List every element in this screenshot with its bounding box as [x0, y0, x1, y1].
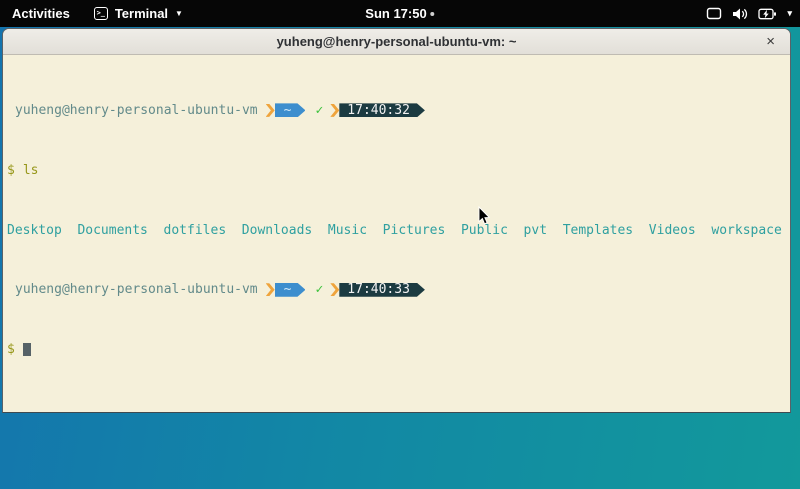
- clock-button[interactable]: Sun 17:50: [365, 0, 434, 27]
- window-titlebar[interactable]: yuheng@henry-personal-ubuntu-vm: ~ ×: [3, 29, 790, 55]
- top-bar: Activities >_ Terminal ▼ Sun 17:50 ▾: [0, 0, 800, 27]
- prompt-symbol: $: [7, 342, 15, 357]
- powerline-separator-icon: [266, 104, 275, 117]
- tray-chevron-down-icon: ▾: [787, 8, 792, 19]
- typed-command: ls: [23, 163, 39, 178]
- battery-charging-icon: [758, 8, 777, 20]
- terminal-window: yuheng@henry-personal-ubuntu-vm: ~ × yuh…: [2, 28, 791, 413]
- status-check-icon: ✓: [315, 103, 323, 118]
- app-menu-button[interactable]: >_ Terminal ▼: [86, 0, 191, 27]
- activities-button[interactable]: Activities: [4, 0, 78, 27]
- close-button[interactable]: ×: [761, 29, 780, 55]
- terminal-icon: >_: [94, 7, 108, 20]
- screen-icon: [706, 7, 722, 20]
- terminal-content[interactable]: yuheng@henry-personal-ubuntu-vm ~ ✓ 17:4…: [3, 55, 790, 405]
- powerline-separator-icon: [330, 283, 339, 296]
- prompt-line: yuheng@henry-personal-ubuntu-vm ~ ✓ 17:4…: [7, 103, 786, 118]
- volume-icon: [732, 7, 748, 21]
- powerline-separator-icon: [266, 283, 275, 296]
- prompt-line: yuheng@henry-personal-ubuntu-vm ~ ✓ 17:4…: [7, 282, 786, 297]
- clock-label: Sun 17:50: [365, 6, 426, 21]
- notification-dot-icon: [431, 12, 435, 16]
- chevron-down-icon: ▼: [175, 9, 183, 18]
- time-segment: 17:40:32: [339, 103, 425, 117]
- powerline-separator-icon: [330, 104, 339, 117]
- cwd-segment: ~: [275, 283, 306, 297]
- cwd-segment: ~: [275, 103, 306, 117]
- text-cursor: [23, 343, 31, 356]
- prompt-user-host: yuheng@henry-personal-ubuntu-vm: [15, 282, 258, 297]
- prompt-user-host: yuheng@henry-personal-ubuntu-vm: [15, 103, 258, 118]
- system-tray-button[interactable]: ▾: [706, 0, 792, 27]
- window-title: yuheng@henry-personal-ubuntu-vm: ~: [277, 34, 517, 49]
- input-line[interactable]: $: [7, 342, 786, 357]
- prompt-symbol: $: [7, 163, 15, 178]
- ls-output: Desktop Documents dotfiles Downloads Mus…: [7, 223, 786, 238]
- command-line: $ ls: [7, 163, 786, 178]
- status-check-icon: ✓: [315, 282, 323, 297]
- time-segment: 17:40:33: [339, 283, 425, 297]
- app-menu-label: Terminal: [115, 6, 168, 21]
